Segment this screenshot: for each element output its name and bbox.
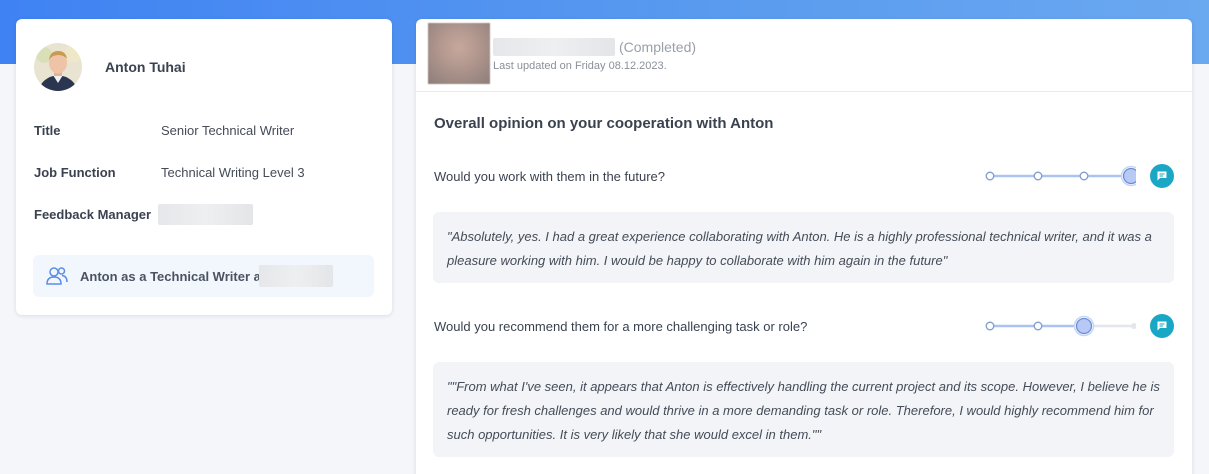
slider-step <box>1131 323 1136 329</box>
rating-slider[interactable] <box>984 314 1136 338</box>
role-label: Anton as a Technical Writer at <box>80 269 266 284</box>
redacted-company-name <box>259 265 333 287</box>
info-label: Title <box>34 123 61 138</box>
info-value: Senior Technical Writer <box>161 123 295 138</box>
last-updated: Last updated on Friday 08.12.2023. <box>493 60 667 72</box>
info-label: Job Function <box>34 165 116 180</box>
reviewer-photo <box>428 23 490 84</box>
section-title: Overall opinion on your cooperation with… <box>434 115 774 132</box>
slider-step <box>1033 171 1043 181</box>
rating-slider[interactable] <box>984 164 1136 188</box>
question-text: Would you recommend them for a more chal… <box>434 319 808 334</box>
slider-step <box>1033 321 1043 331</box>
profile-card: Anton Tuhai Title Senior Technical Write… <box>16 19 392 315</box>
comment-button[interactable] <box>1150 164 1174 188</box>
feedback-header: (Completed) Last updated on Friday 08.12… <box>416 19 1192 92</box>
redacted-manager-name <box>158 204 253 225</box>
info-value: Technical Writing Level 3 <box>161 165 305 180</box>
status-label: (Completed) <box>619 39 697 55</box>
answer-text: ""From what I've seen, it appears that A… <box>433 362 1174 457</box>
comment-button[interactable] <box>1150 314 1174 338</box>
slider-step <box>985 171 995 181</box>
slider-thumb[interactable] <box>1075 317 1093 335</box>
answer-text: "Absolutely, yes. I had a great experien… <box>433 212 1174 283</box>
profile-name: Anton Tuhai <box>105 59 186 75</box>
users-icon <box>46 266 68 286</box>
question-text: Would you work with them in the future? <box>434 169 665 184</box>
slider-step <box>1079 171 1089 181</box>
role-link[interactable]: Anton as a Technical Writer at <box>33 255 374 297</box>
slider-thumb[interactable] <box>1122 167 1137 185</box>
redacted-reviewer-name <box>493 38 615 56</box>
info-label: Feedback Manager <box>34 207 152 222</box>
comment-icon <box>1157 171 1167 181</box>
slider-step <box>985 321 995 331</box>
feedback-card: (Completed) Last updated on Friday 08.12… <box>416 19 1192 474</box>
avatar <box>34 43 82 91</box>
comment-icon <box>1157 321 1167 331</box>
